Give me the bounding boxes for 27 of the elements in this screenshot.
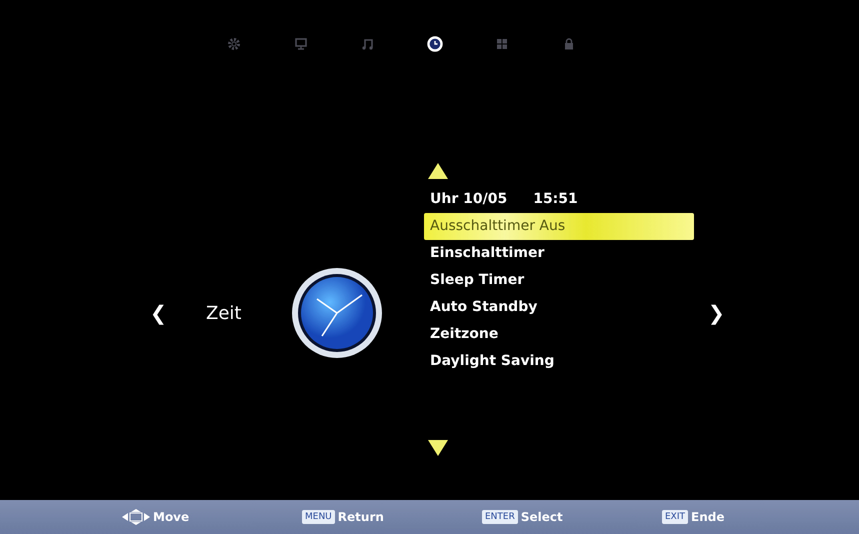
clock-time: 15:51	[533, 190, 578, 209]
scroll-down-arrow[interactable]	[428, 440, 448, 456]
next-arrow[interactable]: ❯	[708, 301, 724, 325]
scroll-up-arrow[interactable]	[428, 163, 448, 179]
remote-key-label: ENTER	[482, 510, 518, 524]
clock-tab[interactable]	[427, 36, 443, 52]
menu-item[interactable]: Sleep Timer	[424, 267, 694, 294]
gear-tab[interactable]	[226, 36, 242, 52]
menu-item[interactable]: Ausschalttimer Aus	[424, 213, 694, 240]
direction-keys-icon	[122, 508, 150, 526]
clock-icon	[290, 266, 384, 360]
previous-arrow[interactable]: ❮	[150, 301, 166, 325]
hint-label: Ende	[691, 510, 724, 524]
menu-item[interactable]: Auto Standby	[424, 294, 694, 321]
grid-tab[interactable]	[494, 36, 510, 52]
menu-item[interactable]: Zeitzone	[424, 321, 694, 348]
music-tab[interactable]	[360, 36, 376, 52]
hint-label: Move	[153, 510, 190, 524]
remote-key-label: MENU	[302, 510, 335, 524]
category-title: Zeit	[206, 302, 242, 324]
remote-key-label: EXIT	[662, 510, 688, 524]
hint-label: Return	[338, 510, 384, 524]
menu-item[interactable]: Daylight Saving	[424, 348, 694, 375]
hint-label: Select	[520, 510, 563, 524]
clock-label: Uhr 10/05	[430, 190, 508, 209]
menu-item[interactable]: Einschalttimer	[424, 240, 694, 267]
monitor-tab[interactable]	[293, 36, 309, 52]
